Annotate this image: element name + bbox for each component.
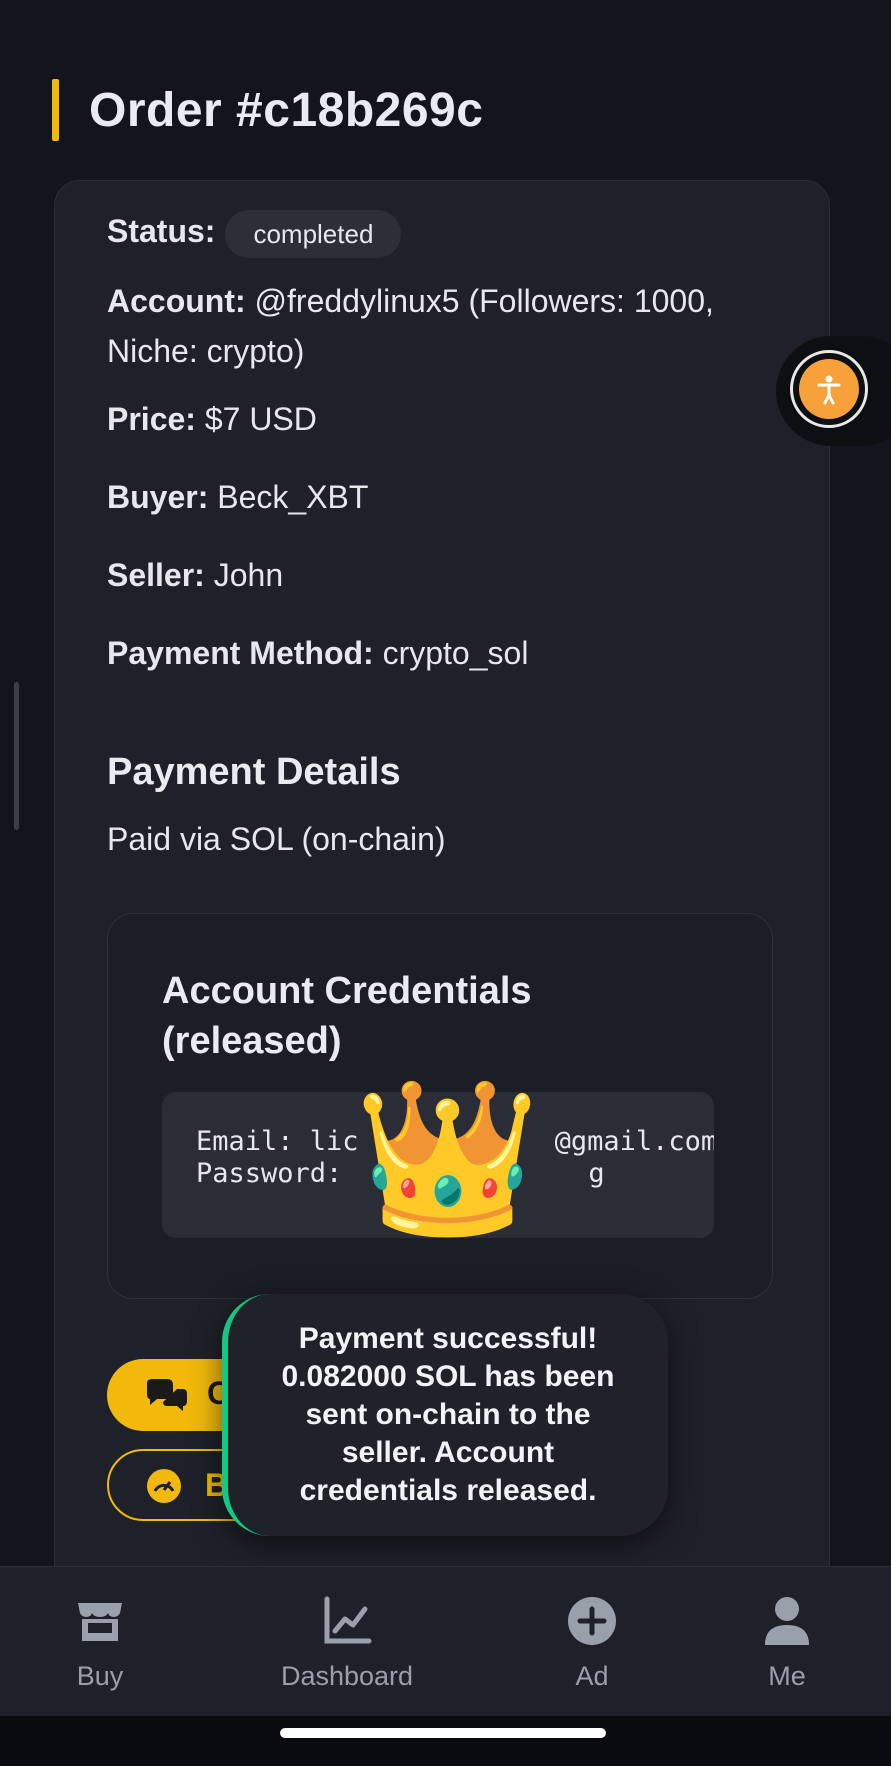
- title-accent-bar: [52, 79, 59, 141]
- account-niche: Niche: crypto): [107, 333, 305, 369]
- seller-row: Seller: John: [107, 549, 283, 601]
- crown-emoji-overlay: 👑: [354, 1073, 541, 1241]
- accessibility-button[interactable]: [790, 350, 868, 428]
- gauge-icon: [147, 1469, 181, 1503]
- nav-label-me: Me: [768, 1661, 806, 1691]
- toast-message: Payment successful! 0.082000 SOL has bee…: [281, 1322, 615, 1507]
- status-label: Status:: [107, 213, 216, 249]
- page-header: Order #c18b269c: [52, 78, 483, 142]
- payment-method-label: Payment Method:: [107, 635, 374, 671]
- payment-details-text: Paid via SOL (on-chain): [107, 821, 446, 857]
- buyer-value: Beck_XBT: [208, 479, 369, 515]
- store-icon: [78, 1603, 122, 1641]
- user-icon: [765, 1597, 809, 1645]
- nav-label-ad: Ad: [575, 1661, 609, 1691]
- buyer-row: Buyer: Beck_XBT: [107, 471, 368, 523]
- price-row: Price: $7 USD: [107, 393, 317, 445]
- accessibility-icon: [799, 359, 859, 419]
- scroll-indicator[interactable]: [14, 682, 19, 830]
- payment-details-heading: Payment Details: [107, 751, 401, 793]
- account-value: @freddylinux5 (Followers: 1000,: [245, 283, 714, 319]
- home-indicator[interactable]: [280, 1728, 606, 1738]
- nav-item-me[interactable]: Me: [697, 1567, 877, 1717]
- email-suffix: @gmail.com: [554, 1126, 714, 1157]
- payment-toast[interactable]: Payment successful! 0.082000 SOL has bee…: [222, 1294, 668, 1536]
- account-row-cont: Niche: crypto): [107, 325, 304, 377]
- nav-item-dashboard[interactable]: Dashboard: [257, 1567, 437, 1717]
- status-badge: completed: [225, 209, 402, 258]
- account-row: Account: @freddylinux5 (Followers: 1000,: [107, 275, 714, 327]
- nav-label-dashboard: Dashboard: [280, 1661, 414, 1691]
- nav-item-ad[interactable]: Ad: [502, 1567, 682, 1717]
- price-value: $7 USD: [195, 401, 317, 437]
- plus-circle-icon: [568, 1597, 616, 1645]
- payment-method-value: crypto_sol: [373, 635, 529, 671]
- page-title: Order #c18b269c: [89, 83, 484, 137]
- payment-method-row: Payment Method: crypto_sol: [107, 627, 528, 679]
- chart-line-icon: [324, 1596, 372, 1644]
- accessibility-widget[interactable]: [776, 336, 891, 446]
- credentials-title: Account Credentials (released): [162, 970, 532, 1062]
- bottom-nav: Buy Dashboard Ad Me: [0, 1566, 891, 1717]
- account-label: Account:: [107, 283, 246, 319]
- buyer-label: Buyer:: [107, 479, 209, 515]
- email-prefix: Email: lic: [196, 1126, 359, 1157]
- chat-bubbles-icon: [147, 1379, 187, 1411]
- password-label: Password:: [196, 1158, 343, 1189]
- system-bar: [0, 1716, 891, 1766]
- seller-label: Seller:: [107, 557, 205, 593]
- password-tail: g: [588, 1158, 605, 1189]
- price-label: Price:: [107, 401, 196, 437]
- status-row: Status: completed: [107, 205, 402, 258]
- nav-label-buy: Buy: [76, 1661, 124, 1691]
- seller-value: John: [204, 557, 284, 593]
- nav-item-buy[interactable]: Buy: [10, 1567, 190, 1717]
